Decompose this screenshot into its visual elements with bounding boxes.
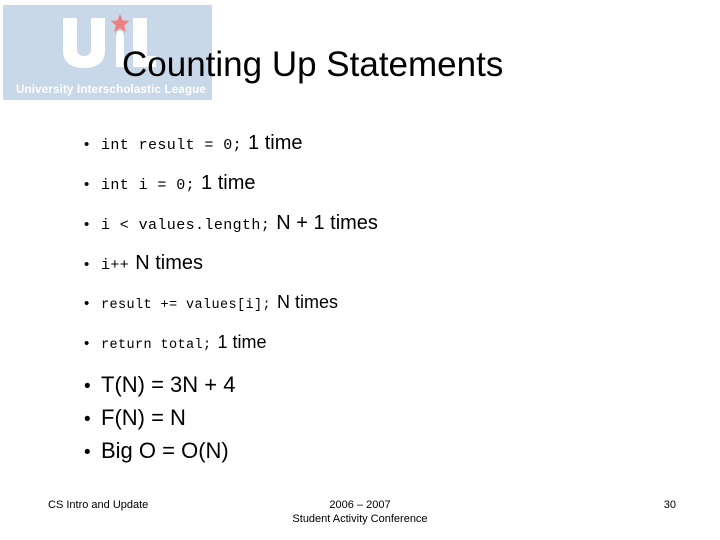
- formula-text: F(N) = N: [101, 405, 186, 430]
- statement-count: N times: [277, 292, 339, 312]
- list-item: • i++ N times: [84, 252, 684, 292]
- footer-event-label: 2006 – 2007 Student Activity Conference: [292, 499, 428, 525]
- statement-code: return total;: [101, 338, 212, 353]
- statement-code: result += values[i];: [101, 298, 272, 313]
- statement-code: i < values.length;: [101, 217, 271, 234]
- statement-count: N + 1 times: [276, 212, 378, 234]
- list-item: • Big O = O(N): [84, 438, 684, 471]
- statement-count: N times: [135, 252, 204, 274]
- list-item: • i < values.length; N + 1 times: [84, 212, 684, 252]
- statement-count: 1 time: [217, 332, 267, 352]
- slide-footer: CS Intro and Update 2006 – 2007 Student …: [0, 496, 720, 538]
- page-title: Counting Up Statements: [122, 45, 504, 84]
- list-item: • result += values[i]; N times: [84, 292, 684, 332]
- bullet-point-icon: •: [84, 176, 90, 193]
- bullet-point-icon: •: [84, 295, 90, 312]
- statement-code: int i = 0;: [101, 177, 196, 194]
- bullet-list: • int result = 0; 1 time • int i = 0; 1 …: [84, 132, 684, 471]
- bullet-point-icon: •: [84, 376, 91, 397]
- formula-text: Big O = O(N): [101, 438, 229, 463]
- statement-count: 1 time: [248, 132, 303, 154]
- bullet-point-icon: •: [84, 136, 90, 153]
- bullet-point-icon: •: [84, 409, 91, 430]
- list-item: • T(N) = 3N + 4: [84, 372, 684, 405]
- bullet-point-icon: •: [84, 256, 90, 273]
- slide-number: 30: [663, 499, 676, 511]
- list-item: • int result = 0; 1 time: [84, 132, 684, 172]
- bullet-point-icon: •: [84, 216, 90, 233]
- bullet-point-icon: •: [84, 442, 91, 463]
- statement-code: int result = 0;: [101, 137, 243, 154]
- statement-count: 1 time: [201, 172, 256, 194]
- statement-code: i++: [101, 257, 130, 274]
- formula-text: T(N) = 3N + 4: [101, 372, 236, 397]
- bullet-point-icon: •: [84, 335, 90, 352]
- list-item: • int i = 0; 1 time: [84, 172, 684, 212]
- list-item: • F(N) = N: [84, 405, 684, 438]
- list-item: • return total; 1 time: [84, 332, 684, 372]
